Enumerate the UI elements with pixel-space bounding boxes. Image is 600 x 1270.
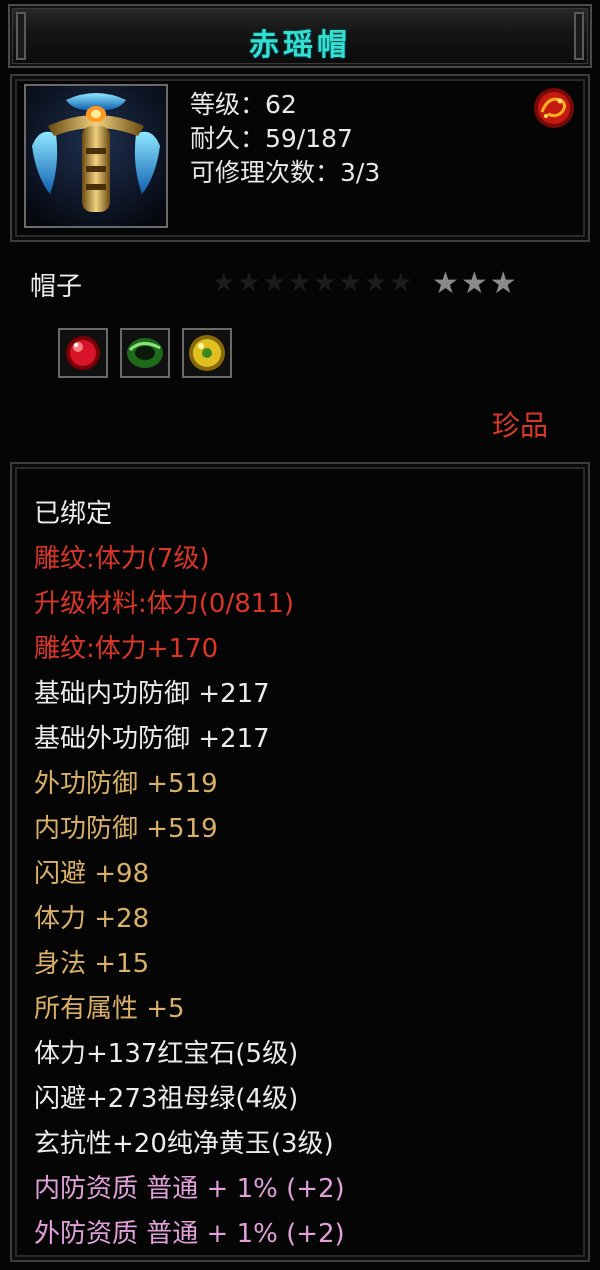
attribute-line: 升级材料:体力(0/811) [34, 589, 294, 619]
item-header-section: 等级：62 耐久：59/187 可修理次数：3/3 [10, 74, 590, 242]
item-type-label: 帽子 [30, 272, 83, 302]
attribute-line: 闪避 +98 [34, 859, 150, 889]
item-stats: 等级：62 耐久：59/187 可修理次数：3/3 [190, 88, 380, 190]
attribute-line: 所有属性 +5 [34, 994, 185, 1024]
attribute-line: 已绑定 [34, 499, 113, 529]
empty-stars: ★★★★★★★★ [212, 268, 415, 298]
attribute-line: 内防资质 普通 + 1% (+2) [34, 1174, 345, 1204]
item-tooltip-panel: 赤瑶帽 等级：62 耐久：59/187 可修理次数：3/3 帽子 ★★★★★★★… [0, 0, 600, 1270]
hat-item-icon [24, 84, 168, 228]
attribute-line: 雕纹:体力(7级) [34, 544, 210, 574]
title-bar: 赤瑶帽 [8, 4, 592, 68]
attribute-line: 体力 +28 [34, 904, 150, 934]
attribute-line: 闪避+273祖母绿(4级) [34, 1084, 299, 1114]
repair-count-stat: 可修理次数：3/3 [190, 158, 381, 187]
attributes-list: 已绑定雕纹:体力(7级) 升级材料:体力(0/811) 雕纹:体力+170 基础内功防… [34, 492, 345, 1257]
attribute-line: 基础外功防御 +217 [34, 724, 270, 754]
emerald-gem-icon[interactable] [120, 328, 170, 378]
level-stat: 等级：62 [190, 90, 297, 119]
attribute-line: 身法 +15 [34, 949, 150, 979]
rarity-label: 珍品 [492, 409, 549, 442]
ruby-gem-icon[interactable] [58, 328, 108, 378]
attribute-line: 内功防御 +519 [34, 814, 218, 844]
star-rating: ★★★ [432, 266, 519, 301]
attribute-line: 玄抗性+20纯净黄玉(3级) [34, 1129, 334, 1159]
attribute-line: 基础内功防御 +217 [34, 679, 270, 709]
attribute-line: 体力+137红宝石(5级) [34, 1039, 299, 1069]
durability-stat: 耐久：59/187 [190, 124, 353, 153]
attribute-line: 外防资质 普通 + 1% (+2) [34, 1219, 345, 1249]
dragon-emblem-icon [532, 86, 576, 130]
item-title: 赤瑶帽 [249, 28, 351, 63]
attribute-line: 外功防御 +519 [34, 769, 218, 799]
attribute-line: 雕纹:体力+170 [34, 634, 219, 664]
yellow-jade-gem-icon[interactable] [182, 328, 232, 378]
